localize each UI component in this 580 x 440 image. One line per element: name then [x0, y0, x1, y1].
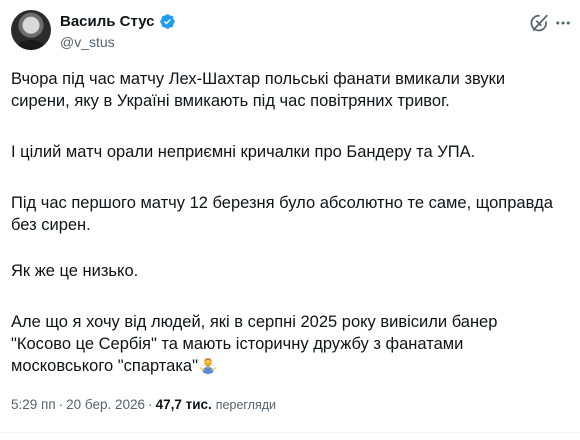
tweet-card: Василь Стус @v_stus Вчора під час матчу … — [0, 0, 580, 440]
views-label: перегляди — [215, 398, 277, 412]
author-name-row: Василь Стус — [60, 13, 176, 30]
tweet-date[interactable]: 20 бер. 2026 — [66, 397, 145, 412]
tweet-meta: 5:29 пп · 20 бер. 2026 · 47,7 тис. перег… — [11, 397, 276, 412]
author-handle[interactable]: @v_stus — [60, 34, 115, 50]
author-display-name[interactable]: Василь Стус — [60, 13, 155, 30]
more-dots-icon[interactable] — [553, 14, 573, 32]
person-shrugging-emoji — [199, 358, 216, 374]
tweet-paragraph: Як же це низько. — [11, 262, 139, 280]
tweet-paragraph: Вчора під час матчу Лех-Шахтар польські … — [11, 70, 506, 110]
grok-icon[interactable] — [528, 12, 550, 34]
tweet-paragraph-text: Але що я хочу від людей, які в серпні 20… — [11, 313, 498, 375]
tweet-paragraph: І цілий матч орали неприємні кричалки пр… — [11, 143, 476, 161]
tweet-paragraph: Під час першого матчу 12 березня було аб… — [11, 194, 553, 234]
divider — [0, 432, 580, 433]
avatar-shoulders — [17, 40, 45, 50]
meta-separator: · — [148, 397, 153, 412]
verified-badge-icon[interactable] — [159, 13, 176, 30]
meta-separator: · — [58, 397, 64, 412]
tweet-paragraph-last: Але що я хочу від людей, які в серпні 20… — [11, 311, 497, 377]
views-count[interactable]: 47,7 тис. — [156, 397, 212, 412]
avatar[interactable] — [11, 10, 51, 50]
tweet-time[interactable]: 5:29 пп — [11, 397, 56, 412]
